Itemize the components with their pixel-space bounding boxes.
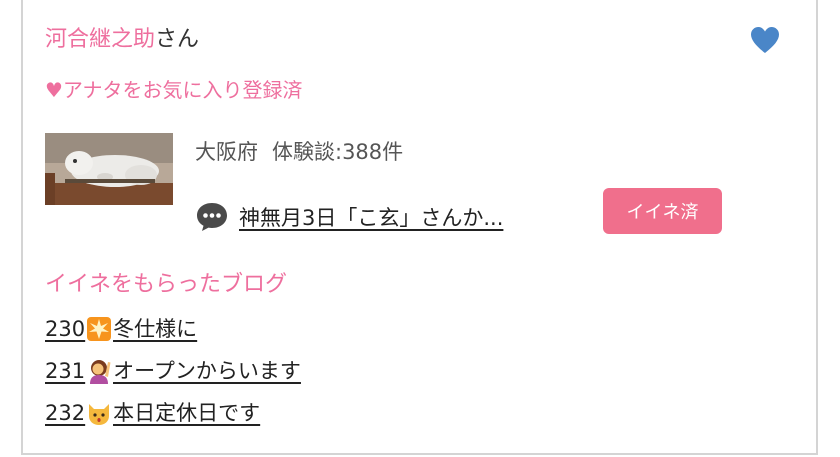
latest-review-link[interactable]: 神無月3日「こ玄」さんか... (239, 202, 503, 232)
liked-blogs-heading: イイネをもらったブログ (45, 272, 288, 297)
user-name-link[interactable]: 河合継之助 (45, 27, 155, 52)
like-button[interactable]: イイネ済 (603, 188, 722, 234)
blog-number: 230 (45, 317, 86, 341)
sparkle-icon (87, 317, 112, 341)
blog-link[interactable]: 230 冬仕様に (45, 314, 197, 344)
blog-link[interactable]: 231 オープンからいます (45, 356, 301, 386)
cat-face-icon (89, 404, 110, 425)
blog-title: オープンからいます (113, 359, 301, 383)
favorite-status: ♥アナタをお気に入り登録済 (45, 78, 303, 102)
user-name[interactable]: 河合継之助さん (45, 24, 199, 56)
user-name-suffix: さん (155, 27, 200, 52)
heart-icon[interactable] (750, 26, 780, 54)
blog-title: 冬仕様に (113, 317, 198, 341)
user-region: 大阪府 (195, 140, 258, 164)
user-meta: 大阪府 体験談:388件 (195, 137, 403, 167)
blog-title: 本日定休日です (113, 401, 261, 425)
blog-number: 231 (45, 359, 86, 383)
blog-number: 232 (45, 401, 86, 425)
speech-bubble-icon (197, 203, 227, 231)
latest-review-row: 神無月3日「こ玄」さんか... (195, 195, 503, 239)
blog-link[interactable]: 232 本日定休日です (45, 398, 260, 428)
review-count: 体験談:388件 (272, 140, 404, 164)
raising-hand-icon (90, 360, 111, 384)
profile-thumbnail[interactable] (45, 133, 173, 205)
